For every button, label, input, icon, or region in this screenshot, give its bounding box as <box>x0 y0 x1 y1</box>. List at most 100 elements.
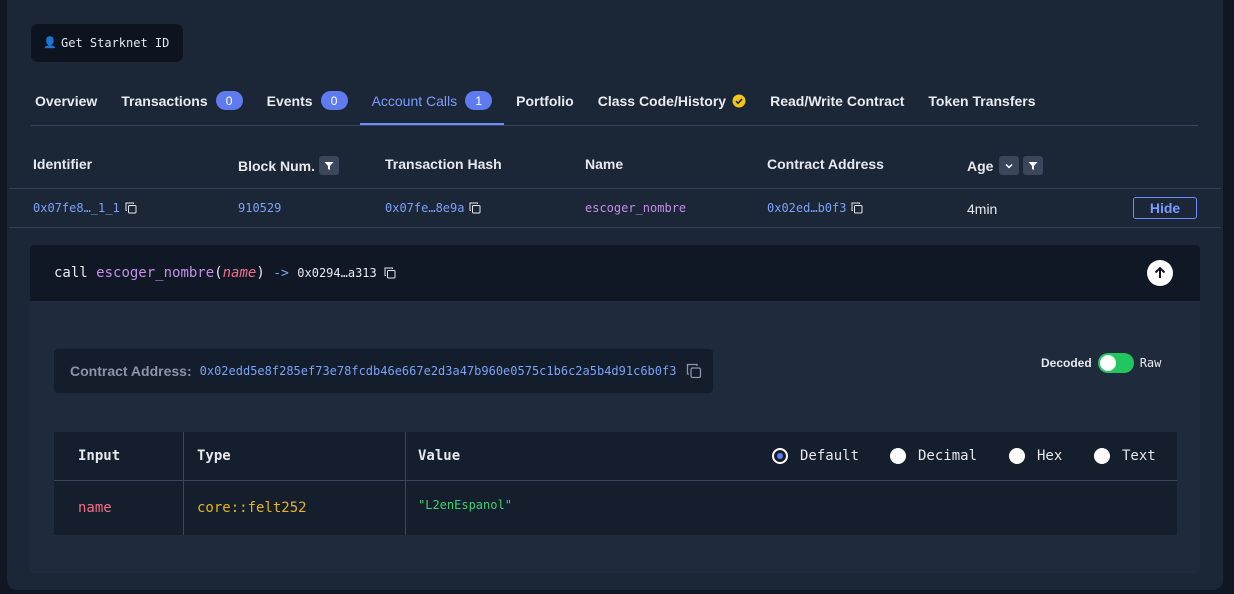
get-starknet-id-label: Get Starknet ID <box>61 36 170 50</box>
main-panel: 👤 Get Starknet ID Overview Transactions … <box>7 0 1223 590</box>
filter-icon[interactable] <box>319 156 340 175</box>
tab-label: Transactions <box>121 92 208 109</box>
args-table-header: Input Type Value Default Decimal Hex Tex… <box>54 432 1177 481</box>
call-arrow: -> <box>273 265 289 281</box>
col-label: Identifier <box>33 156 93 172</box>
tx-hash-link[interactable]: 0x07fe…8e9a <box>385 201 464 215</box>
col-label: Block Num. <box>238 157 316 174</box>
radio-dot <box>772 448 788 464</box>
call-target-address[interactable]: 0x0294…a313 <box>297 266 376 280</box>
call-param: name <box>222 265 257 281</box>
arg-type: core::felt252 <box>197 500 307 516</box>
hide-label: Hide <box>1149 200 1181 216</box>
tab-class-code-history[interactable]: Class Code/History <box>586 76 758 125</box>
tab-label: Read/Write Contract <box>770 92 905 109</box>
tab-label: Events <box>266 92 313 109</box>
radio-dot <box>890 448 906 464</box>
call-keyword: call <box>54 265 88 281</box>
tab-label: Overview <box>35 92 98 109</box>
copy-icon[interactable] <box>125 202 137 214</box>
filter-icon[interactable] <box>1023 156 1044 175</box>
tab-label: Token Transfers <box>928 92 1036 109</box>
call-details-card: call escoger_nombre(name) -> 0x0294…a313… <box>30 245 1200 573</box>
column-divider <box>405 432 406 535</box>
format-radio-default[interactable]: Default <box>772 448 859 464</box>
tx-hash-cell: 0x07fe…8e9a <box>385 201 481 215</box>
contract-address-value[interactable]: 0x02edd5e8f285ef73e78fcdb46e667e2d3a47b9… <box>200 364 677 378</box>
decoded-raw-toggle: Decoded Raw <box>1041 353 1161 373</box>
copy-icon[interactable] <box>851 202 863 214</box>
arg-value: "L2enEspanol" <box>418 498 512 512</box>
col-contract-address: Contract Address <box>767 156 884 172</box>
tab-account-calls[interactable]: Account Calls 1 <box>359 76 505 125</box>
tab-token-transfers[interactable]: Token Transfers <box>916 76 1047 125</box>
args-col-value: Value <box>418 448 461 464</box>
count-badge: 1 <box>465 91 493 110</box>
tab-label: Account Calls <box>371 92 458 109</box>
call-function: escoger_nombre <box>96 265 215 281</box>
col-name: Name <box>585 156 623 172</box>
tabs-divider <box>31 125 1198 126</box>
tab-transactions[interactable]: Transactions 0 <box>109 76 254 125</box>
block-num-cell: 910529 <box>238 201 281 215</box>
tab-label: Portfolio <box>516 92 574 109</box>
identifier-link[interactable]: 0x07fe8…_1_1 <box>33 201 120 215</box>
tab-label: Class Code/History <box>597 92 727 109</box>
contract-address-label: Contract Address: <box>70 363 192 379</box>
tab-bar: Overview Transactions 0 Events 0 Account… <box>23 76 1048 125</box>
col-label: Age <box>967 157 994 174</box>
format-radio-decimal[interactable]: Decimal <box>890 448 977 464</box>
radio-label: Decimal <box>918 448 978 464</box>
args-col-input: Input <box>78 448 121 464</box>
hide-button[interactable]: Hide <box>1133 197 1197 219</box>
tab-overview[interactable]: Overview <box>23 76 109 125</box>
name-cell: escoger_nombre <box>585 201 686 215</box>
col-label: Name <box>585 156 624 172</box>
tab-portfolio[interactable]: Portfolio <box>504 76 586 125</box>
age-cell: 4min <box>967 201 997 217</box>
count-badge: 0 <box>215 91 243 110</box>
copy-icon[interactable] <box>469 202 481 214</box>
block-num-link[interactable]: 910529 <box>238 201 281 215</box>
col-block-num: Block Num. <box>238 156 340 175</box>
switch-knob <box>1099 355 1116 371</box>
col-tx-hash: Transaction Hash <box>385 156 502 172</box>
col-label: Contract Address <box>767 156 884 172</box>
radio-dot <box>1009 448 1025 464</box>
radio-dot <box>1094 448 1110 464</box>
user-icon: 👤 <box>43 36 57 49</box>
decoded-switch[interactable] <box>1097 353 1134 373</box>
sort-chevron-down-icon[interactable] <box>999 156 1020 175</box>
radio-label: Default <box>800 448 860 464</box>
table-row: 0x07fe8…_1_1 910529 0x07fe…8e9a escoger_… <box>9 189 1221 227</box>
contract-address-cell: 0x02ed…b0f3 <box>767 201 863 215</box>
collapse-arrow-up-icon[interactable] <box>1147 260 1173 286</box>
get-starknet-id-button[interactable]: 👤 Get Starknet ID <box>31 24 183 62</box>
format-radio-text[interactable]: Text <box>1094 448 1156 464</box>
decoded-label: Decoded <box>1041 356 1092 370</box>
column-divider <box>183 432 184 535</box>
calls-table-header: Identifier Block Num. Transaction Hash N… <box>9 142 1221 188</box>
raw-label: Raw <box>1139 356 1162 370</box>
copy-icon[interactable] <box>686 363 702 379</box>
count-badge: 0 <box>320 91 348 110</box>
radio-label: Hex <box>1037 448 1063 464</box>
col-identifier: Identifier <box>33 156 92 172</box>
copy-icon[interactable] <box>384 267 396 279</box>
call-arguments-table: Input Type Value Default Decimal Hex Tex… <box>54 432 1177 535</box>
contract-address-box: Contract Address: 0x02edd5e8f285ef73e78f… <box>54 349 713 393</box>
identifier-cell: 0x07fe8…_1_1 <box>33 201 137 215</box>
verified-check-icon <box>732 94 746 108</box>
format-radio-hex[interactable]: Hex <box>1009 448 1062 464</box>
tab-read-write-contract[interactable]: Read/Write Contract <box>758 76 916 125</box>
arg-input-name: name <box>78 500 112 516</box>
col-label: Transaction Hash <box>385 156 502 172</box>
col-age: Age <box>967 156 1044 175</box>
age-value: 4min <box>967 201 998 217</box>
contract-address-link[interactable]: 0x02ed…b0f3 <box>767 201 846 215</box>
args-col-type: Type <box>197 448 231 464</box>
row-divider <box>9 227 1221 228</box>
function-name: escoger_nombre <box>585 201 687 215</box>
tab-events[interactable]: Events 0 <box>255 76 360 125</box>
call-signature: call escoger_nombre(name) -> 0x0294…a313 <box>30 245 1200 301</box>
